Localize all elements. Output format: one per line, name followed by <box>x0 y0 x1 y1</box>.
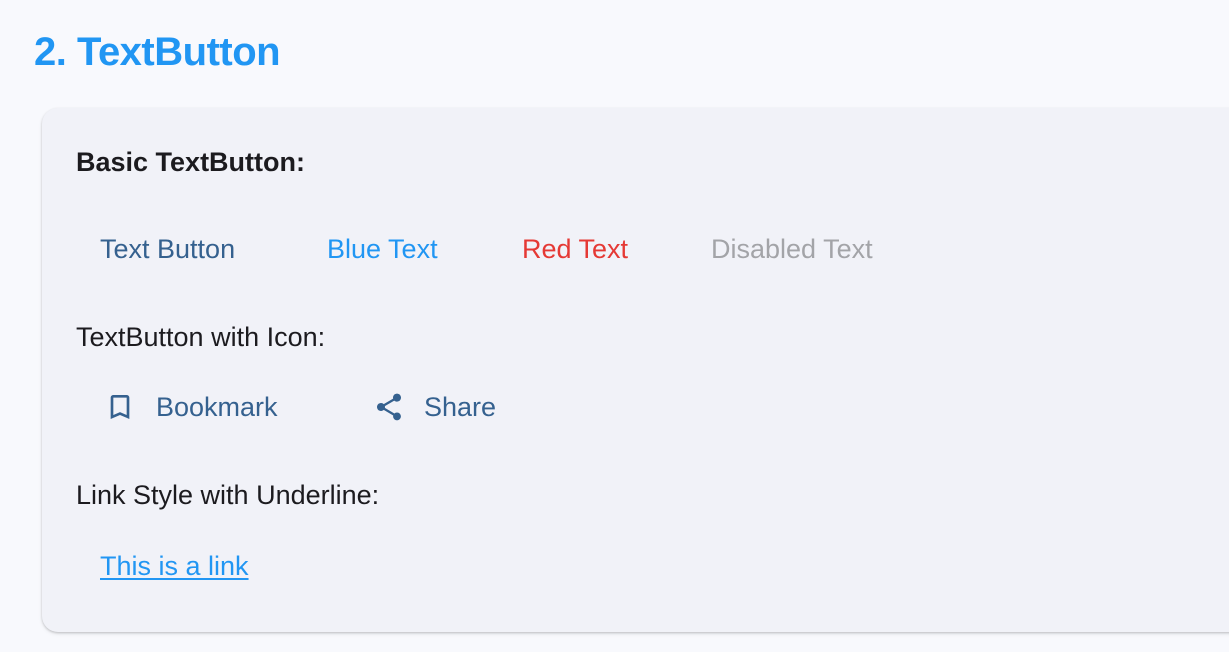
textbutton-card: Basic TextButton: Text Button Blue Text … <box>42 108 1229 632</box>
link-style-label: Link Style with Underline: <box>76 480 380 510</box>
bookmark-button-label: Bookmark <box>156 392 278 422</box>
basic-textbutton-label: Basic TextButton: <box>76 147 306 177</box>
share-button-label: Share <box>424 392 497 422</box>
share-icon <box>373 391 405 423</box>
share-button[interactable]: Share <box>373 391 496 423</box>
textbutton-with-icon-label: TextButton with Icon: <box>76 322 326 352</box>
bookmark-icon <box>104 391 136 423</box>
disabled-text-button: Disabled Text <box>711 234 873 264</box>
section-title: 2. TextButton <box>34 30 281 74</box>
red-text-button[interactable]: Red Text <box>522 233 628 265</box>
underlined-link[interactable]: This is a link <box>100 550 249 582</box>
bookmark-button[interactable]: Bookmark <box>104 391 278 423</box>
text-button[interactable]: Text Button <box>100 233 235 265</box>
blue-text-button[interactable]: Blue Text <box>327 233 438 265</box>
